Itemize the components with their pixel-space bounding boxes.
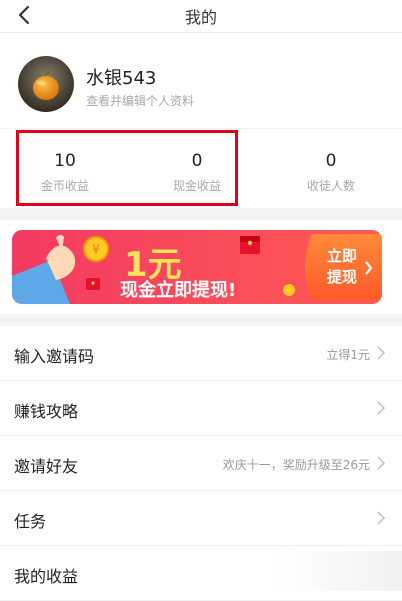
svg-text:提现: 提现 — [327, 268, 357, 286]
banner-amount-text: 1元 — [124, 245, 182, 285]
banner-main-text: 现金立即提现! — [120, 279, 236, 301]
svg-text:立即: 立即 — [327, 247, 357, 265]
menu-item-hint: 立得1元 — [326, 348, 370, 362]
menu-item-label: 输入邀请码 — [14, 347, 95, 366]
banner-graphic: ¥ 1元 现金立即提现! 立即 提现 — [12, 230, 382, 304]
withdraw-promo-banner[interactable]: ¥ 1元 现金立即提现! 立即 提现 — [12, 230, 382, 304]
stat-value: 0 — [325, 151, 337, 171]
red-envelope-icon — [240, 236, 260, 254]
highlight-annotation-box — [16, 130, 238, 206]
chevron-right-icon — [377, 511, 386, 525]
top-nav-bar: 我的 — [0, 0, 402, 33]
stat-label: 收徒人数 — [306, 179, 355, 193]
orange-fruit-avatar — [18, 56, 74, 112]
menu-item-invite-friends[interactable]: 邀请好友 欢庆十一，奖励升级至26元 — [0, 436, 402, 491]
menu-item-hint: 欢庆十一，奖励升级至26元 — [222, 458, 370, 472]
profile-section[interactable]: 水银543 查看并编辑个人资料 — [0, 33, 402, 128]
page-title: 我的 — [184, 8, 217, 27]
red-envelope-icon — [86, 278, 100, 290]
svg-text:¥: ¥ — [92, 243, 100, 258]
chevron-right-icon — [377, 456, 386, 470]
menu-item-label: 邀请好友 — [14, 457, 79, 476]
section-divider — [0, 208, 402, 220]
avatar[interactable] — [18, 56, 74, 112]
menu-item-label: 任务 — [14, 512, 47, 531]
withdraw-now-button: 立即 提现 — [305, 234, 382, 300]
chevron-right-icon — [377, 401, 386, 415]
stat-apprentice-count[interactable]: 0 收徒人数 — [266, 129, 396, 209]
gold-coin-icon: ¥ — [83, 236, 109, 262]
edit-profile-link[interactable]: 查看并编辑个人资料 — [86, 92, 194, 109]
menu-item-label: 赚钱攻略 — [14, 402, 79, 421]
menu-item-tasks[interactable]: 任务 — [0, 491, 402, 546]
section-divider — [0, 314, 402, 326]
menu-item-earning-guide[interactable]: 赚钱攻略 — [0, 381, 402, 436]
menu-item-enter-invite-code[interactable]: 输入邀请码 立得1元 — [0, 326, 402, 381]
bottom-fade-overlay — [272, 551, 402, 591]
chevron-right-icon — [377, 346, 386, 360]
menu-item-label: 我的收益 — [14, 567, 79, 586]
user-name: 水银543 — [86, 68, 157, 89]
